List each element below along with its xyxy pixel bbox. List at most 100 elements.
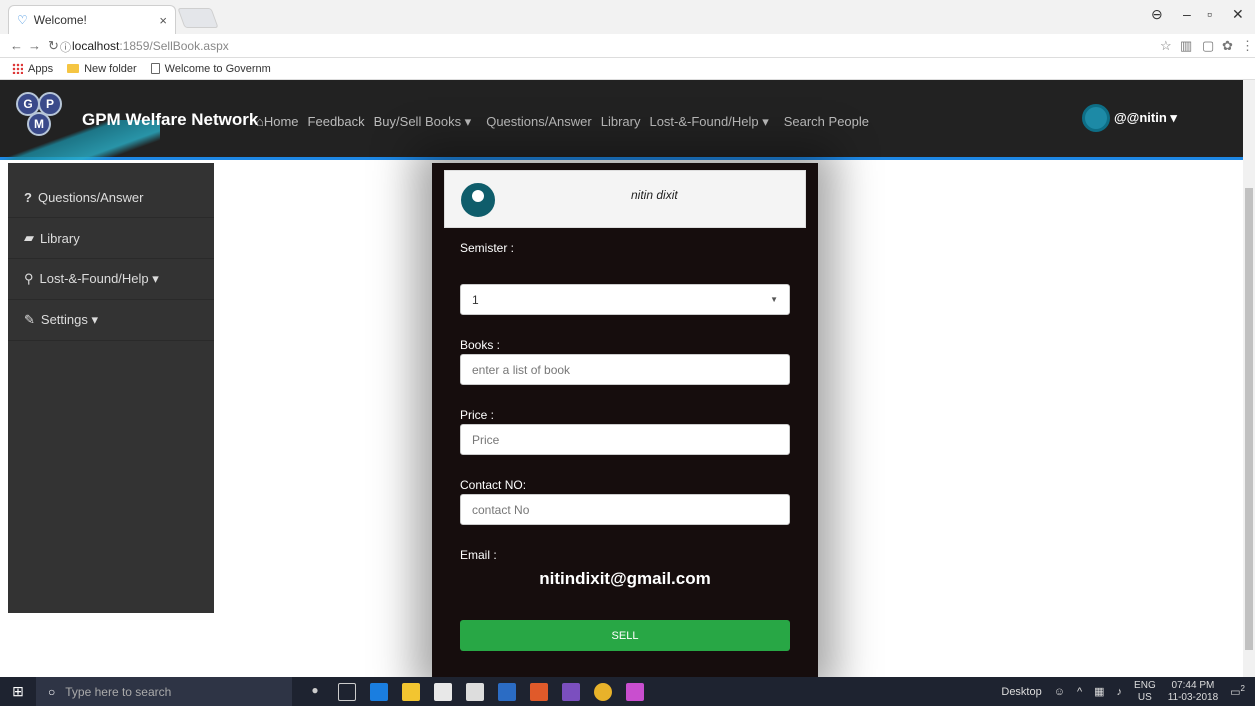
- scrollbar-thumb[interactable]: [1245, 188, 1253, 650]
- nav-lost-found-help[interactable]: Lost-&-Found/Help ▾: [649, 114, 768, 130]
- sell-button[interactable]: SELL: [460, 620, 790, 651]
- nav-search-people[interactable]: Search People: [784, 114, 869, 130]
- wrench-icon: ✎: [24, 312, 35, 327]
- network-icon[interactable]: ▦: [1094, 685, 1104, 698]
- taskbar-search[interactable]: ○ Type here to search: [36, 677, 292, 706]
- language-indicator[interactable]: ENG US: [1134, 680, 1156, 704]
- bookmark-label: New folder: [84, 62, 137, 75]
- volume-icon[interactable]: ♪: [1117, 686, 1123, 698]
- sidebar-item-label: Settings ▾: [40, 312, 99, 327]
- visual-studio-icon[interactable]: [562, 682, 580, 701]
- site-navbar: G P M GPM Welfare Network ⌂Home Feedback…: [0, 80, 1243, 160]
- nav-home-label: Home: [263, 114, 299, 129]
- page-icon: [150, 63, 160, 74]
- user-menu[interactable]: @@nitin ▾: [1082, 104, 1177, 132]
- tab-title: Welcome!: [33, 13, 87, 27]
- url-field[interactable]: localhost:1859/SellBook.aspx: [72, 39, 229, 53]
- profile-icon[interactable]: ⊖: [1151, 6, 1163, 23]
- sell-book-form: nitin dixit Semister : 1 ▼ Books : enter…: [432, 163, 818, 677]
- apps-grid-icon: [12, 63, 23, 74]
- map-marker-icon: ⚲: [24, 271, 34, 286]
- windows-start-icon[interactable]: ⊞: [0, 677, 36, 706]
- question-icon: ?: [24, 189, 32, 205]
- tab-close-icon[interactable]: ×: [159, 13, 167, 28]
- forward-icon[interactable]: →: [28, 38, 41, 53]
- notifications-icon[interactable]: ▭2: [1230, 684, 1245, 699]
- sidebar-item-label: Library: [40, 230, 80, 246]
- store-icon[interactable]: [434, 682, 452, 701]
- books-label: Books :: [460, 338, 501, 352]
- nav-buy-sell-books[interactable]: Buy/Sell Books ▾: [374, 114, 472, 130]
- user-avatar-icon: [1082, 104, 1110, 132]
- url-host: localhost: [72, 39, 120, 53]
- sidebar-item-settings[interactable]: ✎ Settings ▾: [8, 300, 214, 341]
- extension-icon[interactable]: ▥: [1180, 38, 1192, 54]
- office-icon[interactable]: [530, 682, 548, 701]
- price-placeholder: Price: [472, 432, 500, 447]
- mail-icon[interactable]: [466, 682, 484, 701]
- people-icon[interactable]: ☺: [1054, 686, 1065, 698]
- chrome-icon[interactable]: [594, 682, 612, 701]
- cortana-icon: ○: [48, 684, 56, 699]
- nav-home[interactable]: ⌂Home: [256, 114, 299, 130]
- url-path: :1859/SellBook.aspx: [119, 39, 229, 53]
- microphone-icon[interactable]: ●: [306, 683, 324, 701]
- profile-header: nitin dixit: [444, 170, 806, 228]
- back-icon[interactable]: ←: [10, 38, 23, 53]
- folder-icon: [67, 64, 80, 73]
- tab-favicon-icon: ♡: [17, 13, 28, 27]
- profile-avatar-icon: [461, 183, 495, 217]
- system-tray: Desktop ☺ ^ ▦ ♪ ENG US 07:44 PM 11-03-20…: [1001, 677, 1245, 706]
- address-bar: ← → ↻ ⓘ localhost:1859/SellBook.aspx ☆ ▥…: [0, 34, 1255, 58]
- book-icon: ▰: [24, 230, 34, 245]
- nav-feedback[interactable]: Feedback: [308, 114, 365, 130]
- nav-library[interactable]: Library: [601, 114, 641, 130]
- clock[interactable]: 07:44 PM 11-03-2018: [1168, 680, 1218, 704]
- extension-icon[interactable]: ▢: [1202, 38, 1214, 54]
- reload-icon[interactable]: ↻: [48, 38, 59, 54]
- bookmark-folder[interactable]: New folder: [67, 63, 137, 75]
- clock-date: 11-03-2018: [1167, 691, 1219, 703]
- chevron-up-icon[interactable]: ^: [1077, 686, 1082, 698]
- bookmark-apps[interactable]: Apps: [12, 63, 53, 75]
- price-input[interactable]: Price: [460, 424, 790, 455]
- bookmark-star-icon[interactable]: ☆: [1160, 38, 1172, 54]
- info-icon[interactable]: ⓘ: [60, 39, 71, 55]
- desktop-toolbar[interactable]: Desktop: [1001, 686, 1041, 698]
- bookmark-label: Apps: [28, 62, 54, 75]
- page-scrollbar[interactable]: [1243, 80, 1255, 677]
- close-window-icon[interactable]: ✕: [1232, 6, 1244, 23]
- sidebar-item-library[interactable]: ▰ Library: [8, 218, 214, 259]
- browser-tab[interactable]: ♡ Welcome! ×: [8, 5, 176, 34]
- notes-icon[interactable]: [498, 682, 516, 701]
- home-icon: ⌂: [256, 114, 264, 129]
- contact-input[interactable]: contact No: [460, 494, 790, 525]
- semester-label: Semister :: [460, 241, 515, 255]
- minimize-icon[interactable]: –: [1183, 6, 1191, 22]
- edge-icon[interactable]: [370, 682, 388, 701]
- semester-value: 1: [472, 292, 479, 307]
- contact-placeholder: contact No: [472, 502, 530, 517]
- file-explorer-icon[interactable]: [402, 682, 420, 701]
- task-view-icon[interactable]: [338, 682, 356, 701]
- sidebar-item-questions-answer[interactable]: ? Questions/Answer: [8, 177, 214, 218]
- lang-top: ENG: [1134, 679, 1156, 691]
- bookmark-label: Welcome to Governm: [164, 62, 271, 75]
- extension-icon[interactable]: ✿: [1222, 38, 1233, 54]
- site-logo[interactable]: G P M: [0, 80, 80, 160]
- nav-questions-answer[interactable]: Questions/Answer: [486, 114, 592, 130]
- lang-bottom: US: [1137, 691, 1152, 703]
- brand-title[interactable]: GPM Welfare Network: [82, 110, 258, 130]
- paint-icon[interactable]: [626, 682, 644, 701]
- sidebar-item-lost-found-help[interactable]: ⚲ Lost-&-Found/Help ▾: [8, 259, 214, 300]
- semester-select[interactable]: 1 ▼: [460, 284, 790, 315]
- menu-icon[interactable]: ⋮: [1241, 38, 1254, 54]
- clock-time: 07:44 PM: [1171, 679, 1215, 691]
- nav-links: ⌂Home Feedback Buy/Sell Books ▾ Question…: [256, 114, 869, 130]
- bookmark-page[interactable]: Welcome to Governm: [150, 62, 271, 75]
- new-tab-button[interactable]: [177, 8, 219, 28]
- user-name: @@nitin ▾: [1114, 110, 1177, 125]
- maximize-icon[interactable]: ▫: [1207, 6, 1212, 22]
- bookmarks-bar: Apps New folder Welcome to Governm: [0, 58, 1255, 80]
- books-input[interactable]: enter a list of book: [460, 354, 790, 385]
